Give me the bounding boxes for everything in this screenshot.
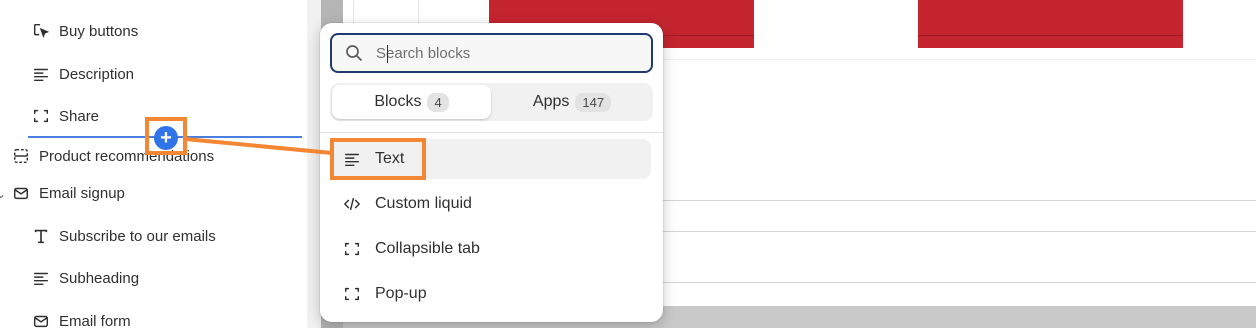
sidebar-item-subscribe-heading[interactable]: Subscribe to our emails: [31, 218, 216, 254]
search-input[interactable]: [376, 44, 636, 62]
sidebar-item-buy-buttons[interactable]: Buy buttons: [31, 13, 138, 49]
sidebar-item-label: Product recommendations: [39, 147, 215, 165]
tab-label: Apps: [532, 93, 570, 110]
sidebar-item-label: Buy buttons: [59, 22, 139, 40]
block-option-label: Pop-up: [375, 285, 427, 302]
code-icon: [341, 193, 363, 215]
text-align-left-icon: [31, 64, 51, 84]
annotation-highlight-text-block: [330, 138, 426, 180]
dashed-square-icon: [341, 238, 363, 260]
sidebar-item-label: Share: [59, 107, 100, 125]
count-badge: 4: [427, 92, 449, 112]
preview-rule: [662, 200, 1256, 201]
tab-blocks[interactable]: Blocks 4: [332, 85, 491, 119]
block-option-pop-up[interactable]: Pop-up: [332, 274, 651, 314]
search-field[interactable]: [330, 33, 653, 73]
sidebar-item-share[interactable]: Share: [31, 98, 99, 134]
sidebar-item-label: Email form: [59, 312, 131, 328]
sidebar: Buy buttons Description Share Product re…: [0, 0, 307, 328]
block-option-collapsible-tab[interactable]: Collapsible tab: [332, 229, 651, 269]
product-image-right: [918, 0, 1183, 48]
dashed-square-icon: [341, 283, 363, 305]
chevron-down-icon[interactable]: ⌄: [0, 187, 6, 201]
text-caret: [387, 45, 388, 63]
sidebar-item-description[interactable]: Description: [31, 56, 134, 92]
divider: [320, 132, 663, 133]
envelope-icon: [31, 311, 51, 328]
preview-rule: [662, 282, 1256, 283]
sidebar-item-email-form[interactable]: Email form: [31, 303, 131, 328]
cursor-click-icon: [31, 21, 51, 41]
dashed-square-icon: [31, 106, 51, 126]
product-list-icon: [11, 146, 31, 166]
count-badge: 147: [575, 92, 612, 112]
preview-rule: [662, 231, 1256, 232]
block-option-label: Custom liquid: [375, 195, 472, 212]
sidebar-item-label: Email signup: [39, 184, 125, 202]
annotation-highlight-add-button: [145, 117, 187, 155]
sidebar-item-subheading[interactable]: Subheading: [31, 260, 139, 296]
block-option-custom-liquid[interactable]: Custom liquid: [332, 184, 651, 224]
search-icon: [344, 43, 364, 63]
block-source-tabs: Blocks 4 Apps 147: [330, 83, 653, 121]
tab-label: Blocks: [374, 93, 422, 110]
sidebar-item-label: Description: [59, 65, 135, 83]
envelope-icon: [11, 183, 31, 203]
sidebar-item-label: Subheading: [59, 269, 140, 287]
sidebar-item-label: Subscribe to our emails: [59, 227, 216, 245]
text-align-left-icon: [31, 268, 51, 288]
text-heading-icon: [31, 226, 51, 246]
tab-apps[interactable]: Apps 147: [493, 85, 651, 119]
sidebar-item-email-signup[interactable]: Email signup: [11, 175, 125, 211]
block-option-label: Collapsible tab: [375, 240, 480, 257]
